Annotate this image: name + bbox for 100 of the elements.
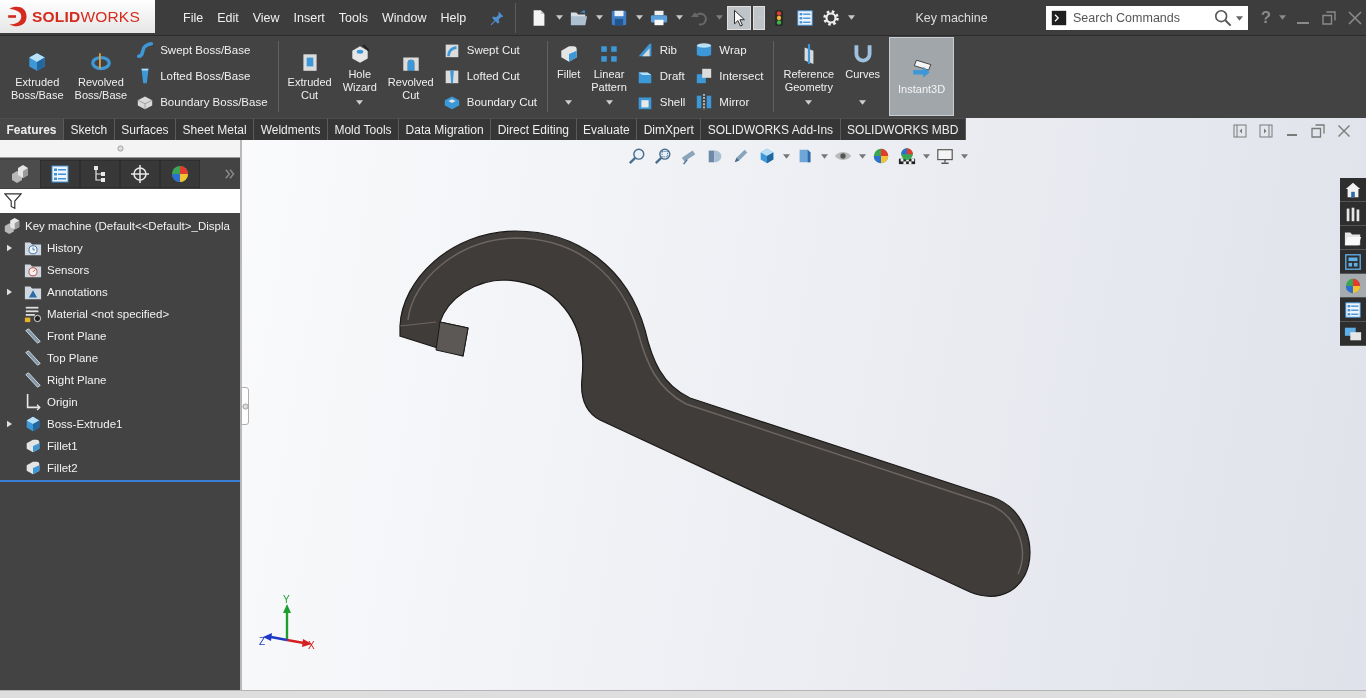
logo-text: SOLIDWORKS: [32, 7, 140, 26]
panel-tab[interactable]: [160, 160, 200, 188]
panel-tab[interactable]: [40, 160, 80, 188]
ribbon-button[interactable]: Swept Cut: [442, 37, 541, 63]
menu-item[interactable]: File: [176, 6, 211, 29]
caret-icon: [715, 15, 723, 20]
ribbon-button[interactable]: Mirror: [695, 89, 767, 115]
ribbon-button[interactable]: Extruded Cut: [285, 37, 334, 116]
color-ball-icon: [1344, 276, 1362, 295]
tree-item[interactable]: History: [24, 237, 83, 259]
s-curve-icon: [136, 41, 155, 59]
tree-item[interactable]: Material <not specified>: [24, 303, 170, 325]
axis-label: Z: [259, 636, 266, 647]
ribbon-button[interactable]: Draft: [635, 63, 689, 89]
ribbon-button[interactable]: Shell: [635, 89, 689, 115]
command-tab[interactable]: Mold Tools: [327, 118, 400, 140]
ribbon-button[interactable]: Revolved Boss/Base: [72, 37, 130, 116]
part-icon: [10, 164, 30, 184]
ribbon-button[interactable]: Wrap: [695, 37, 767, 63]
overlapping-blocks-icon: [695, 67, 714, 85]
axis-label: Y: [283, 594, 290, 605]
ball-on-checker-icon: [898, 147, 916, 165]
tile-right-button[interactable]: [1256, 122, 1276, 140]
rounded-cube-icon: [24, 437, 42, 455]
search-field[interactable]: Search Commands: [1046, 5, 1248, 30]
command-tab[interactable]: SOLIDWORKS MBD: [840, 118, 966, 140]
filter-field[interactable]: [0, 189, 240, 213]
tree-item[interactable]: Fillet1: [24, 435, 78, 457]
menu-item[interactable]: Window: [375, 6, 434, 29]
funnel-icon: [4, 192, 22, 210]
ribbon-button[interactable]: Intersect: [695, 63, 767, 89]
panel-grid-icon: [1344, 252, 1362, 271]
ribbon-button[interactable]: Extruded Boss/Base: [9, 37, 66, 116]
ribbon-button[interactable]: Revolved Cut: [385, 37, 436, 116]
tree-item[interactable]: Front Plane: [24, 325, 107, 347]
command-tab[interactable]: DimXpert: [637, 118, 702, 140]
command-tab[interactable]: Sketch: [64, 118, 115, 140]
caret-icon: [960, 153, 968, 159]
tree-item[interactable]: Boss-Extrude1: [24, 413, 123, 435]
printer-icon: [650, 8, 669, 27]
monitor-icon: [936, 147, 954, 165]
minimize-icon: [1297, 21, 1309, 24]
cube-icon: [758, 147, 776, 165]
command-tab[interactable]: Weldments: [254, 118, 328, 140]
tree-item[interactable]: Fillet2: [24, 457, 78, 479]
ribbon-button[interactable]: Linear Pattern: [589, 37, 629, 116]
ribbon-button[interactable]: Lofted Boss/Base: [136, 63, 271, 89]
menu-item[interactable]: Edit: [210, 6, 246, 29]
caret-icon: [675, 15, 683, 20]
material-list-icon: [24, 305, 42, 323]
origin-axes-icon: [24, 393, 42, 411]
tree-item[interactable]: Key machine (Default<<Default>_Displa: [0, 215, 230, 237]
ribbon-button[interactable]: Lofted Cut: [442, 63, 541, 89]
panel-tab[interactable]: [120, 160, 160, 188]
ribbon-button[interactable]: Curves: [843, 37, 883, 116]
ribbon-button[interactable]: Rib: [635, 37, 689, 63]
menu-item[interactable]: View: [245, 6, 287, 29]
menu-item[interactable]: Tools: [331, 6, 376, 29]
command-tab[interactable]: Surfaces: [114, 118, 177, 140]
ribbon-button[interactable]: Reference Geometry: [781, 37, 837, 116]
ribbon-button[interactable]: Swept Boss/Base: [136, 37, 271, 63]
ribbon-button[interactable]: Hole Wizard: [340, 37, 379, 116]
tile-left-button[interactable]: [1230, 122, 1250, 140]
ribbon-button[interactable]: Fillet: [555, 37, 583, 116]
caret-icon: [782, 153, 790, 159]
cube-icon: [24, 415, 42, 433]
ribbon-button[interactable]: Boundary Boss/Base: [136, 89, 271, 115]
command-tab[interactable]: Features: [0, 118, 65, 140]
menu-item[interactable]: Help: [433, 6, 474, 29]
caret-icon: [820, 153, 828, 159]
close-icon: [1337, 124, 1351, 138]
caret-icon: [1278, 15, 1286, 20]
ring-icon: [89, 51, 112, 73]
command-tab[interactable]: Direct Editing: [491, 118, 577, 140]
tree-item[interactable]: Origin: [24, 391, 78, 413]
tree-item[interactable]: Annotations: [24, 281, 108, 303]
expand-arrow-icon[interactable]: [6, 288, 12, 296]
splitter-handle[interactable]: [241, 387, 249, 425]
restore-button[interactable]: [1308, 122, 1328, 140]
dropdown-button[interactable]: [753, 5, 766, 30]
panel-tab[interactable]: [80, 160, 120, 188]
command-tab[interactable]: Sheet Metal: [176, 118, 255, 140]
expand-arrow-icon[interactable]: [6, 244, 12, 252]
ribbon-button[interactable]: Boundary Cut: [442, 89, 541, 115]
expand-arrow-icon[interactable]: [6, 420, 12, 428]
toolbar-button[interactable]: [727, 5, 752, 30]
cylinder-icon: [695, 41, 714, 59]
command-tab[interactable]: Evaluate: [576, 118, 638, 140]
plane-icon: [24, 349, 42, 367]
gear-icon: [822, 8, 841, 27]
tree-item[interactable]: Top Plane: [24, 347, 99, 369]
search-icon: [1214, 8, 1232, 27]
tree-item[interactable]: Sensors: [24, 259, 90, 281]
plane-icon: [24, 327, 42, 345]
tree-item[interactable]: Right Plane: [24, 369, 107, 391]
panel-tab[interactable]: [0, 160, 40, 188]
command-tab[interactable]: SOLIDWORKS Add-Ins: [701, 118, 841, 140]
list-icon: [796, 8, 815, 27]
menu-item[interactable]: Insert: [286, 6, 332, 29]
command-tab[interactable]: Data Migration: [399, 118, 492, 140]
